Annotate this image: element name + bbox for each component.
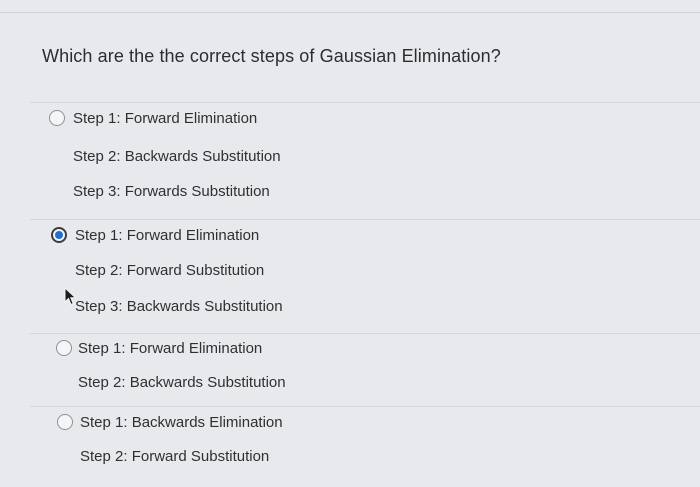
option-4-line-1: Step 1: Backwards Elimination — [80, 414, 283, 431]
option-2-line-2: Step 2: Forward Substitution — [75, 262, 265, 279]
radio-button-option-2-selected[interactable] — [51, 227, 67, 243]
divider — [30, 102, 700, 103]
option-1-line-3: Step 3: Forwards Substitution — [73, 183, 270, 200]
top-divider — [0, 12, 700, 13]
radio-button-option-4[interactable] — [57, 414, 73, 430]
radio-button-option-1[interactable] — [49, 110, 65, 126]
option-2-line-1: Step 1: Forward Elimination — [75, 227, 260, 244]
divider — [30, 406, 700, 407]
radio-button-option-3[interactable] — [56, 340, 72, 356]
divider — [30, 219, 700, 220]
option-3-line-1: Step 1: Forward Elimination — [78, 340, 263, 357]
divider — [30, 333, 700, 334]
option-1-line-1: Step 1: Forward Elimination — [73, 110, 258, 127]
option-1-line-2: Step 2: Backwards Substitution — [73, 148, 281, 165]
question-text: Which are the the correct steps of Gauss… — [42, 46, 501, 66]
option-3-line-2: Step 2: Backwards Substitution — [78, 374, 286, 391]
option-4-line-2: Step 2: Forward Substitution — [80, 448, 270, 465]
option-2-line-3: Step 3: Backwards Substitution — [75, 298, 283, 315]
